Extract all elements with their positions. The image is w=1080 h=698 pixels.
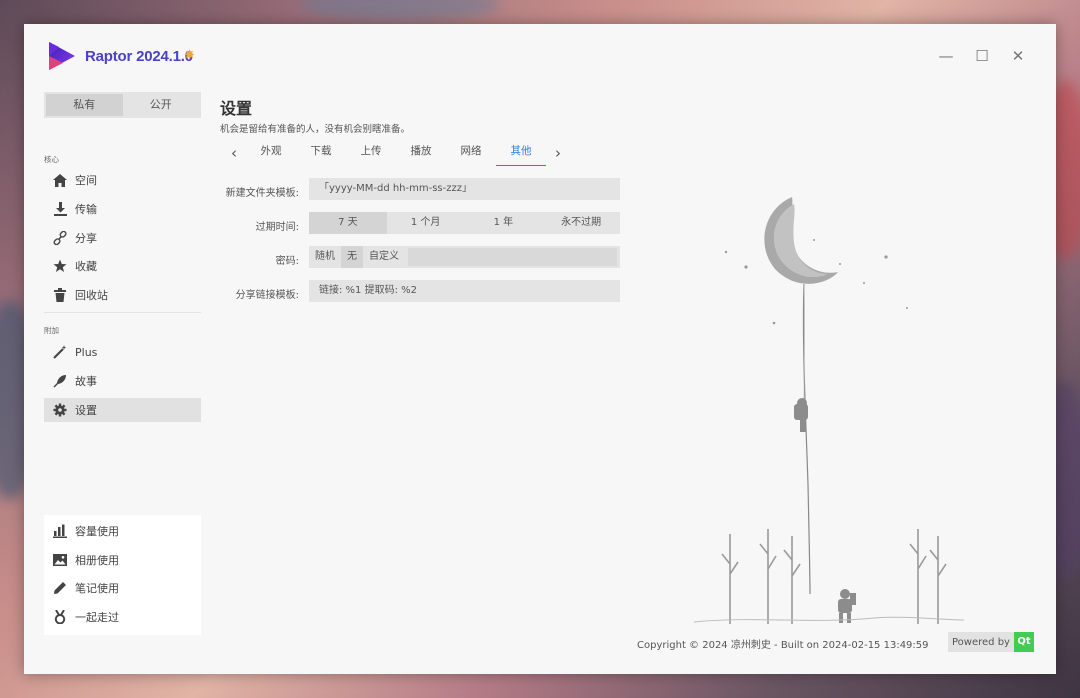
sidebar-item-story[interactable]: 故事 [44,369,201,393]
usage-item-capacity[interactable]: 容量使用 [44,519,201,543]
extra-nav: Plus 故事 设置 [44,340,201,426]
sidebar-item-share[interactable]: 分享 [44,226,201,250]
usage-item-notes[interactable]: 笔记使用 [44,576,201,600]
maximize-button[interactable]: ☐ [972,46,992,66]
sidebar-item-label: 设置 [75,403,97,417]
sidebar-item-plus[interactable]: Plus [44,340,201,364]
sidebar-item-label: 空间 [75,174,97,187]
expire-option-7d[interactable]: 7 天 [309,212,387,234]
qt-logo: Qt [1013,632,1034,652]
sidebar-item-settings[interactable]: 设置 [44,397,201,422]
chevron-right-icon[interactable]: › [546,144,570,162]
password-selector: 随机 无 自定义 [309,246,620,268]
password-input[interactable] [408,248,617,266]
extra-section-label: 附加 [44,326,59,335]
page-title: 设置 [220,99,253,118]
usage-item-label: 相册使用 [75,553,119,567]
visibility-segment: 私有 公开 [44,92,201,118]
password-label: 密码: [275,256,299,267]
bar-chart-icon [52,523,68,539]
expire-selector: 7 天 1 个月 1 年 永不过期 [309,212,620,234]
core-nav: 空间 传输 分享 收藏 回收站 [44,168,201,312]
share-template-input[interactable]: 链接: %1 提取码: %2 [309,280,620,302]
usage-item-label: 笔记使用 [75,582,119,595]
tab-other[interactable]: 其他 [496,140,546,166]
sparkle-icon: ✸ [184,48,195,63]
link-icon [52,230,68,246]
expire-option-1y[interactable]: 1 年 [465,212,543,234]
sidebar-divider [44,312,201,313]
sidebar-item-label: 传输 [75,202,97,216]
sidebar-item-label: 收藏 [75,260,97,274]
download-icon [52,201,68,217]
app-window: Raptor 2024.1.0 ✸ — ☐ ✕ 私有 公开 核心 空间 传输 分… [24,24,1056,674]
gear-icon [52,402,68,418]
crescent-moon [764,197,838,284]
star-icon [52,258,68,274]
page-subtitle: 机会是留给有准备的人，没有机会别瞎准备。 [220,124,411,135]
powered-by-label: Powered by [952,636,1010,648]
core-section-label: 核心 [44,155,59,164]
feather-icon [52,373,68,389]
password-option-none[interactable]: 无 [341,246,363,268]
tab-network[interactable]: 网络 [446,140,496,166]
medal-icon [52,609,68,625]
app-logo [49,42,75,70]
sidebar-item-label: 回收站 [75,289,108,303]
close-button[interactable]: ✕ [1008,46,1028,66]
image-icon [52,552,68,568]
folder-template-label: 新建文件夹模板: [225,188,299,199]
folder-template-value: 「yyyy-MM-dd hh-mm-ss-zzz」 [319,183,472,194]
expire-label: 过期时间: [255,222,299,233]
home-icon [52,172,68,188]
usage-item-label: 一起走过 [75,610,119,624]
sidebar-item-label: 分享 [75,231,97,245]
expire-option-1m[interactable]: 1 个月 [387,212,465,234]
tab-upload[interactable]: 上传 [346,140,396,166]
sidebar-item-label: Plus [75,345,98,359]
segment-private[interactable]: 私有 [46,94,123,116]
settings-tabs: ‹ 外观 下载 上传 播放 网络 其他 › [222,140,570,166]
tab-appearance[interactable]: 外观 [246,140,296,166]
chevron-left-icon[interactable]: ‹ [222,144,246,162]
standing-astronaut [838,589,856,623]
copyright-text: Copyright © 2024 凉州刺史 - Built on 2024-02… [637,640,929,651]
share-template-value: 链接: %1 提取码: %2 [319,285,418,296]
sidebar-item-space[interactable]: 空间 [44,168,201,192]
share-template-label: 分享链接模板: [235,290,299,301]
bare-trees [721,529,947,624]
climbing-astronaut [794,398,808,432]
expire-option-never[interactable]: 永不过期 [542,212,620,234]
password-option-custom[interactable]: 自定义 [363,246,405,268]
magic-wand-icon [52,344,68,360]
password-option-random[interactable]: 随机 [309,246,341,268]
sidebar-item-label: 故事 [75,374,97,388]
sidebar-item-favorites[interactable]: 收藏 [44,254,201,278]
segment-public[interactable]: 公开 [123,94,200,116]
sidebar-item-trash[interactable]: 回收站 [44,283,201,307]
sidebar-item-transfer[interactable]: 传输 [44,197,201,221]
moon-astronaut-illustration [693,197,964,624]
tab-download[interactable]: 下载 [296,140,346,166]
usage-item-together[interactable]: 一起走过 [44,605,201,629]
trash-icon [52,287,68,303]
powered-by-badge[interactable]: Powered by Qt [948,632,1034,652]
minimize-button[interactable]: — [936,46,956,66]
tab-playback[interactable]: 播放 [396,140,446,166]
pencil-icon [52,580,68,596]
usage-panel: 容量使用 相册使用 笔记使用 一起走过 [44,515,201,635]
folder-template-input[interactable]: 「yyyy-MM-dd hh-mm-ss-zzz」 [309,178,620,200]
usage-item-label: 容量使用 [75,525,119,538]
usage-item-album[interactable]: 相册使用 [44,548,201,572]
app-title: Raptor 2024.1.0 [85,48,193,65]
